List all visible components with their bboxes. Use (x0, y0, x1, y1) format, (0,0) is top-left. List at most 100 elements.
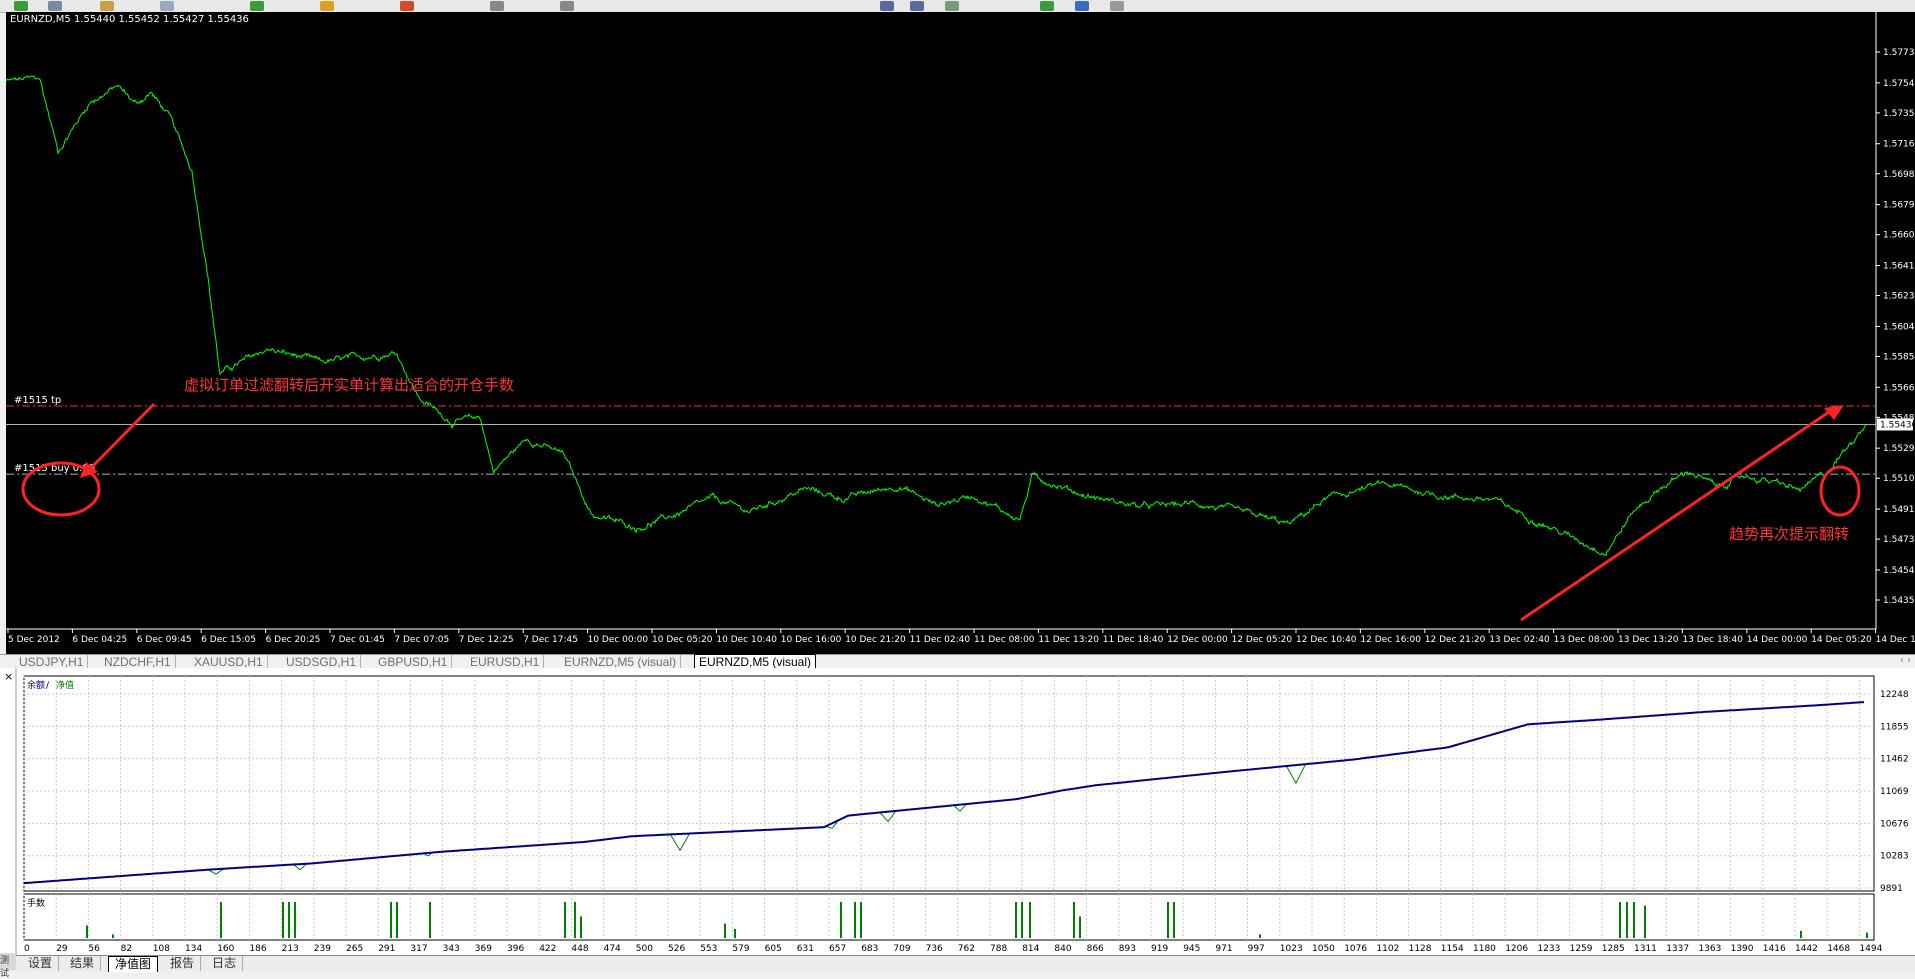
tab-eurusd-h1[interactable]: EURUSD,H1 (466, 655, 545, 669)
trade-number-tick: 579 (732, 944, 749, 954)
trade-number-tick: 788 (990, 944, 1007, 954)
zoom-in-icon[interactable] (880, 1, 894, 11)
time-tick-label: 12 Dec 10:40 (1296, 635, 1357, 645)
lots-bar (294, 902, 296, 938)
trade-number-tick: 448 (571, 944, 588, 954)
trade-number-tick: 343 (443, 944, 460, 954)
autotrading-icon[interactable] (400, 1, 414, 11)
time-tick-label: 10 Dec 21:20 (845, 635, 906, 645)
tab-results[interactable]: 结果 (64, 956, 102, 971)
trade-number-tick: 814 (1022, 944, 1039, 954)
trade-number-tick: 1180 (1473, 944, 1496, 954)
trade-number-tick: 866 (1087, 944, 1104, 954)
tester-graph-canvas: × 余额 / 净值 122481185511462110691067610283… (4, 668, 1909, 955)
tab-xauusd-h1[interactable]: XAUUSD,H1 (190, 655, 268, 669)
trade-number-tick: 396 (507, 944, 524, 954)
trade-number-tick: 762 (958, 944, 975, 954)
time-tick-label: 10 Dec 00:00 (588, 635, 649, 645)
profiles-icon[interactable] (100, 1, 114, 11)
tab-scroll-arrows[interactable]: ‹ › (1900, 655, 1911, 666)
trade-number-tick: 1468 (1827, 944, 1850, 954)
lots-bar (840, 902, 842, 938)
trade-number-tick: 265 (346, 944, 363, 954)
trade-number-tick: 1076 (1344, 944, 1367, 954)
lots-bar (574, 902, 576, 938)
line-tool-icon[interactable] (560, 1, 574, 11)
time-tick-label: 6 Dec 04:25 (72, 635, 127, 645)
navigator-icon[interactable] (160, 1, 174, 11)
tab-nzdchf-h1[interactable]: NZDCHF,H1 (100, 655, 176, 669)
lots-bar (1633, 902, 1635, 938)
lots-bar (1073, 902, 1075, 938)
tab-usdsgd-h1[interactable]: USDSGD,H1 (282, 655, 362, 669)
legend-balance: 余额 (27, 679, 45, 691)
price-tick-label: 1.54540 (1883, 566, 1915, 576)
price-chart[interactable]: EURNZD,M5 1.55440 1.55452 1.55427 1.5543… (6, 12, 1915, 654)
lots-plot-area (23, 893, 1875, 941)
time-tick-label: 13 Dec 18:40 (1682, 635, 1743, 645)
equity-axis: 12248 11855 11462 11069 10676 10283 9891 (1880, 690, 1909, 894)
tab-journal[interactable]: 日志 (206, 956, 244, 971)
time-tick-label: 10 Dec 10:40 (716, 635, 777, 645)
trade-number-tick: 291 (378, 944, 395, 954)
lots-bar (1800, 930, 1802, 938)
lots-bar (429, 902, 431, 938)
trade-number-tick: 945 (1183, 944, 1200, 954)
trade-number-tick: 709 (893, 944, 910, 954)
price-tick-label: 1.56980 (1883, 170, 1915, 180)
time-tick-label: 5 Dec 2012 (8, 635, 60, 645)
lots-bar (220, 902, 222, 938)
tab-report[interactable]: 报告 (164, 956, 202, 971)
annotation-right-arrow (1520, 408, 1833, 622)
trade-number-tick: 683 (861, 944, 878, 954)
time-tick-label: 11 Dec 13:20 (1038, 635, 1099, 645)
price-series-line (6, 75, 1867, 557)
close-panel-icon[interactable]: × (4, 670, 13, 683)
tab-settings[interactable]: 设置 (22, 956, 60, 971)
equity-tick-label: 11462 (1880, 755, 1909, 765)
lots-bar (580, 916, 582, 938)
time-tick-label: 12 Dec 16:00 (1360, 635, 1421, 645)
lots-bar (724, 923, 726, 938)
template-icon[interactable] (1110, 1, 1124, 11)
period-icon[interactable] (1075, 1, 1089, 11)
price-tick-label: 1.56605 (1883, 231, 1915, 241)
price-tick-label: 1.55855 (1883, 352, 1915, 362)
trade-number-tick: 1050 (1312, 944, 1335, 954)
time-axis: 5 Dec 2012 6 Dec 04:25 6 Dec 09:45 6 Dec 15… (7, 629, 1915, 645)
new-order-icon[interactable] (14, 1, 28, 11)
price-tick-label: 1.55105 (1883, 474, 1915, 484)
price-tick-label: 1.55665 (1883, 383, 1915, 393)
trade-number-tick: 840 (1054, 944, 1071, 954)
lots-bar (564, 902, 566, 938)
time-tick-label: 10 Dec 05:20 (652, 635, 713, 645)
tab-eurnzd-m5-visual[interactable]: EURNZD,M5 (visual) (560, 655, 682, 669)
tester-graph-panel: × 余额 / 净值 12248 11855 11462 11069 10676 10283… (0, 668, 1915, 970)
grid-icon[interactable] (945, 1, 959, 11)
zoom-out-icon[interactable] (910, 1, 924, 11)
lots-bar (396, 902, 398, 938)
crosshair-icon[interactable] (490, 1, 504, 11)
lots-bar (1029, 902, 1031, 938)
open-icon[interactable] (48, 1, 62, 11)
tab-usdjpy-h1[interactable]: USDJPY,H1 (15, 655, 89, 669)
time-tick-label: 6 Dec 20:25 (266, 635, 321, 645)
legend-equity: 净值 (56, 679, 74, 691)
time-tick-label: 12 Dec 21:20 (1425, 635, 1486, 645)
lots-bar (288, 902, 290, 938)
trade-number-tick: 631 (797, 944, 814, 954)
trade-number-tick: 160 (217, 944, 234, 954)
trade-number-tick: 500 (636, 944, 653, 954)
trade-number-tick: 1363 (1698, 944, 1721, 954)
trade-number-tick: 1259 (1570, 944, 1593, 954)
price-chart-canvas: EURNZD,M5 1.55440 1.55452 1.55427 1.5543… (6, 12, 1915, 645)
trade-number-tick: 1311 (1634, 944, 1657, 954)
add-indicator-icon[interactable] (1040, 1, 1054, 11)
time-tick-label: 13 Dec 08:00 (1554, 635, 1615, 645)
trade-number-tick: 134 (185, 944, 202, 954)
expert-icon[interactable] (320, 1, 334, 11)
tab-gbpusd-h1[interactable]: GBPUSD,H1 (374, 655, 453, 669)
time-tick-label: 7 Dec 17:45 (523, 635, 578, 645)
price-tick-label: 1.54355 (1883, 596, 1915, 606)
market-watch-icon[interactable] (250, 1, 264, 11)
